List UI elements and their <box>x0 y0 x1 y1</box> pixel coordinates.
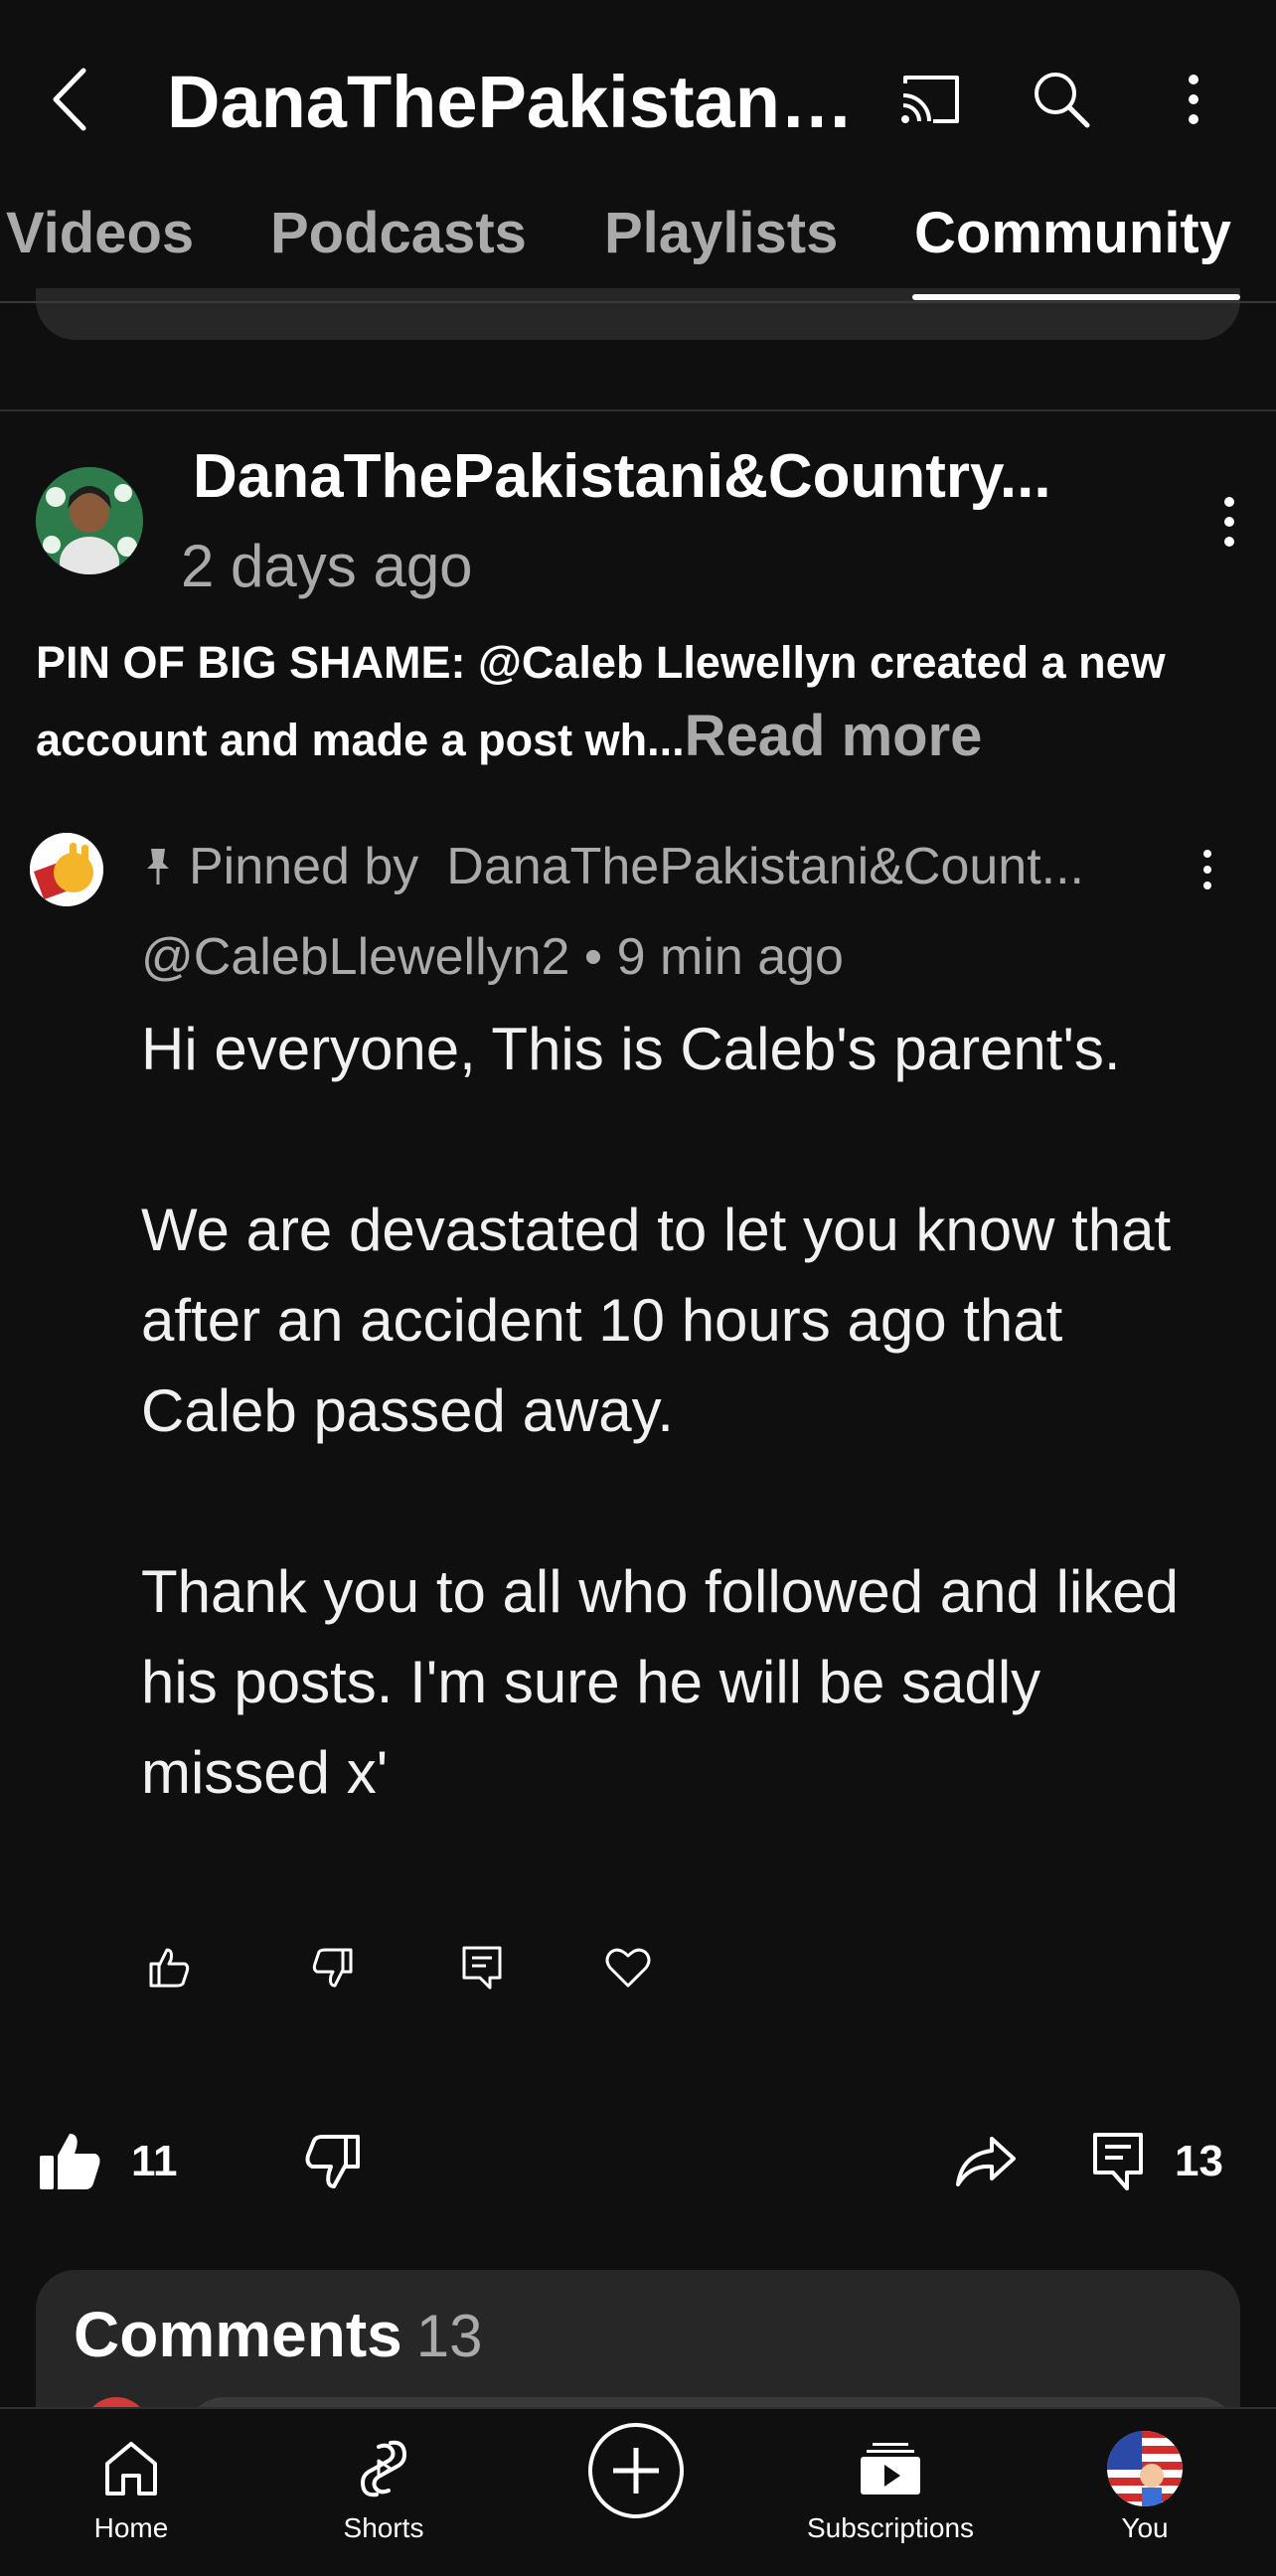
post-like-count: 11 <box>131 2137 178 2185</box>
comment-time: 9 min ago <box>616 928 844 986</box>
shorts-icon <box>360 2440 407 2497</box>
nav-home[interactable]: Home <box>83 2409 179 2576</box>
comment-reply-button[interactable] <box>452 1938 512 1998</box>
create-button[interactable] <box>588 2423 684 2518</box>
more-vert-icon <box>1203 850 1211 858</box>
commenter-avatar-image <box>30 833 103 906</box>
search-icon <box>1035 73 1090 128</box>
pinned-label-row: Pinned by DanaThePakistani&Count... <box>141 827 1155 906</box>
thumbs-up-filled-icon <box>40 2134 100 2189</box>
post-engagement-bar: 11 13 <box>0 2117 1276 2206</box>
tab-playlists[interactable]: Playlists <box>604 194 838 303</box>
thumbs-up-icon <box>149 1948 190 1988</box>
post-more-button[interactable] <box>1214 477 1244 566</box>
create-icon <box>613 2448 659 2494</box>
top-app-bar: DanaThePakistani&Country Mom <box>0 0 1276 199</box>
comment-paragraph: Thank you to all who followed and liked … <box>141 1558 1179 1806</box>
channel-title: DanaThePakistani&Country Mom <box>167 61 873 143</box>
comment-like-button[interactable] <box>139 1938 199 1998</box>
comment-more-button[interactable] <box>1193 825 1222 914</box>
channel-tabs: Videos Podcasts Playlists Community <box>0 194 1276 303</box>
comment-paragraph: We are devastated to let you know that a… <box>141 1197 1172 1444</box>
cast-icon <box>901 76 959 123</box>
thumbs-down-icon <box>312 1948 353 1988</box>
channel-avatar-image <box>36 467 143 574</box>
comments-count: 13 <box>415 2303 483 2369</box>
pin-icon <box>147 849 169 885</box>
avatar-icon <box>1107 2431 1183 2506</box>
nav-you[interactable]: You <box>1095 2409 1195 2576</box>
nav-home-label: Home <box>93 2512 169 2543</box>
nav-subscriptions-label: Subscriptions <box>806 2512 975 2543</box>
post-author[interactable]: DanaThePakistani&Country... <box>193 437 1137 517</box>
nav-subscriptions[interactable]: Subscriptions <box>775 2409 1006 2576</box>
tab-community[interactable]: Community <box>914 194 1231 303</box>
comment-icon <box>1093 2133 1143 2190</box>
pinned-by-label: Pinned by <box>189 838 419 895</box>
comment-heart-button[interactable] <box>598 1938 658 1998</box>
search-button[interactable] <box>1022 60 1101 139</box>
cast-button[interactable] <box>890 60 970 139</box>
post-dislike-button[interactable] <box>304 2117 362 2206</box>
nav-shorts-label: Shorts <box>343 2512 424 2543</box>
back-button[interactable] <box>40 60 99 139</box>
heart-icon <box>605 1948 651 1988</box>
pinned-by-channel: DanaThePakistani&Count... <box>446 838 1084 895</box>
post-divider <box>0 409 1276 411</box>
channel-avatar[interactable] <box>36 467 143 574</box>
thumbs-down-icon <box>305 2135 360 2188</box>
comment-body: Hi everyone, This is Caleb's parent's. W… <box>141 1004 1195 1818</box>
post-comments-button[interactable]: 13 <box>1091 2117 1223 2206</box>
post-comment-count: 13 <box>1175 2137 1223 2185</box>
nav-you-label: You <box>1121 2512 1169 2543</box>
tab-podcasts[interactable]: Podcasts <box>270 194 527 303</box>
more-options-button[interactable] <box>1179 55 1208 144</box>
more-vert-icon <box>1224 497 1234 507</box>
post-body: PIN OF BIG SHAME: @Caleb Llewellyn creat… <box>36 637 1166 765</box>
active-tab-indicator <box>912 294 1240 300</box>
tab-videos[interactable]: Videos <box>6 194 194 303</box>
tabs-divider <box>0 301 1276 303</box>
read-more-link[interactable]: Read more <box>685 704 983 768</box>
post-text: PIN OF BIG SHAME: @Caleb Llewellyn creat… <box>36 626 1248 777</box>
nav-shorts[interactable]: Shorts <box>324 2409 443 2576</box>
comment-meta: @CalebLlewellyn2 • 9 min ago <box>141 919 844 995</box>
comment-paragraph: Hi everyone, This is Caleb's parent's. <box>141 1016 1121 1082</box>
comments-title: Comments <box>74 2299 402 2370</box>
share-icon <box>956 2137 1016 2186</box>
meta-separator: • <box>583 928 603 986</box>
post-like-button[interactable]: 11 <box>40 2117 178 2206</box>
post-share-button[interactable] <box>954 2117 1018 2206</box>
commenter-avatar[interactable] <box>30 833 103 906</box>
home-icon <box>105 2442 157 2496</box>
comment-author[interactable]: @CalebLlewellyn2 <box>141 928 569 986</box>
comments-header: Comments 13 <box>74 2290 482 2381</box>
post-time: 2 days ago <box>181 533 473 599</box>
subscriptions-icon <box>861 2443 920 2495</box>
reply-icon <box>462 1946 502 1990</box>
more-vert-icon <box>1189 75 1198 84</box>
back-arrow-icon <box>53 68 86 131</box>
comment-dislike-button[interactable] <box>303 1938 363 1998</box>
